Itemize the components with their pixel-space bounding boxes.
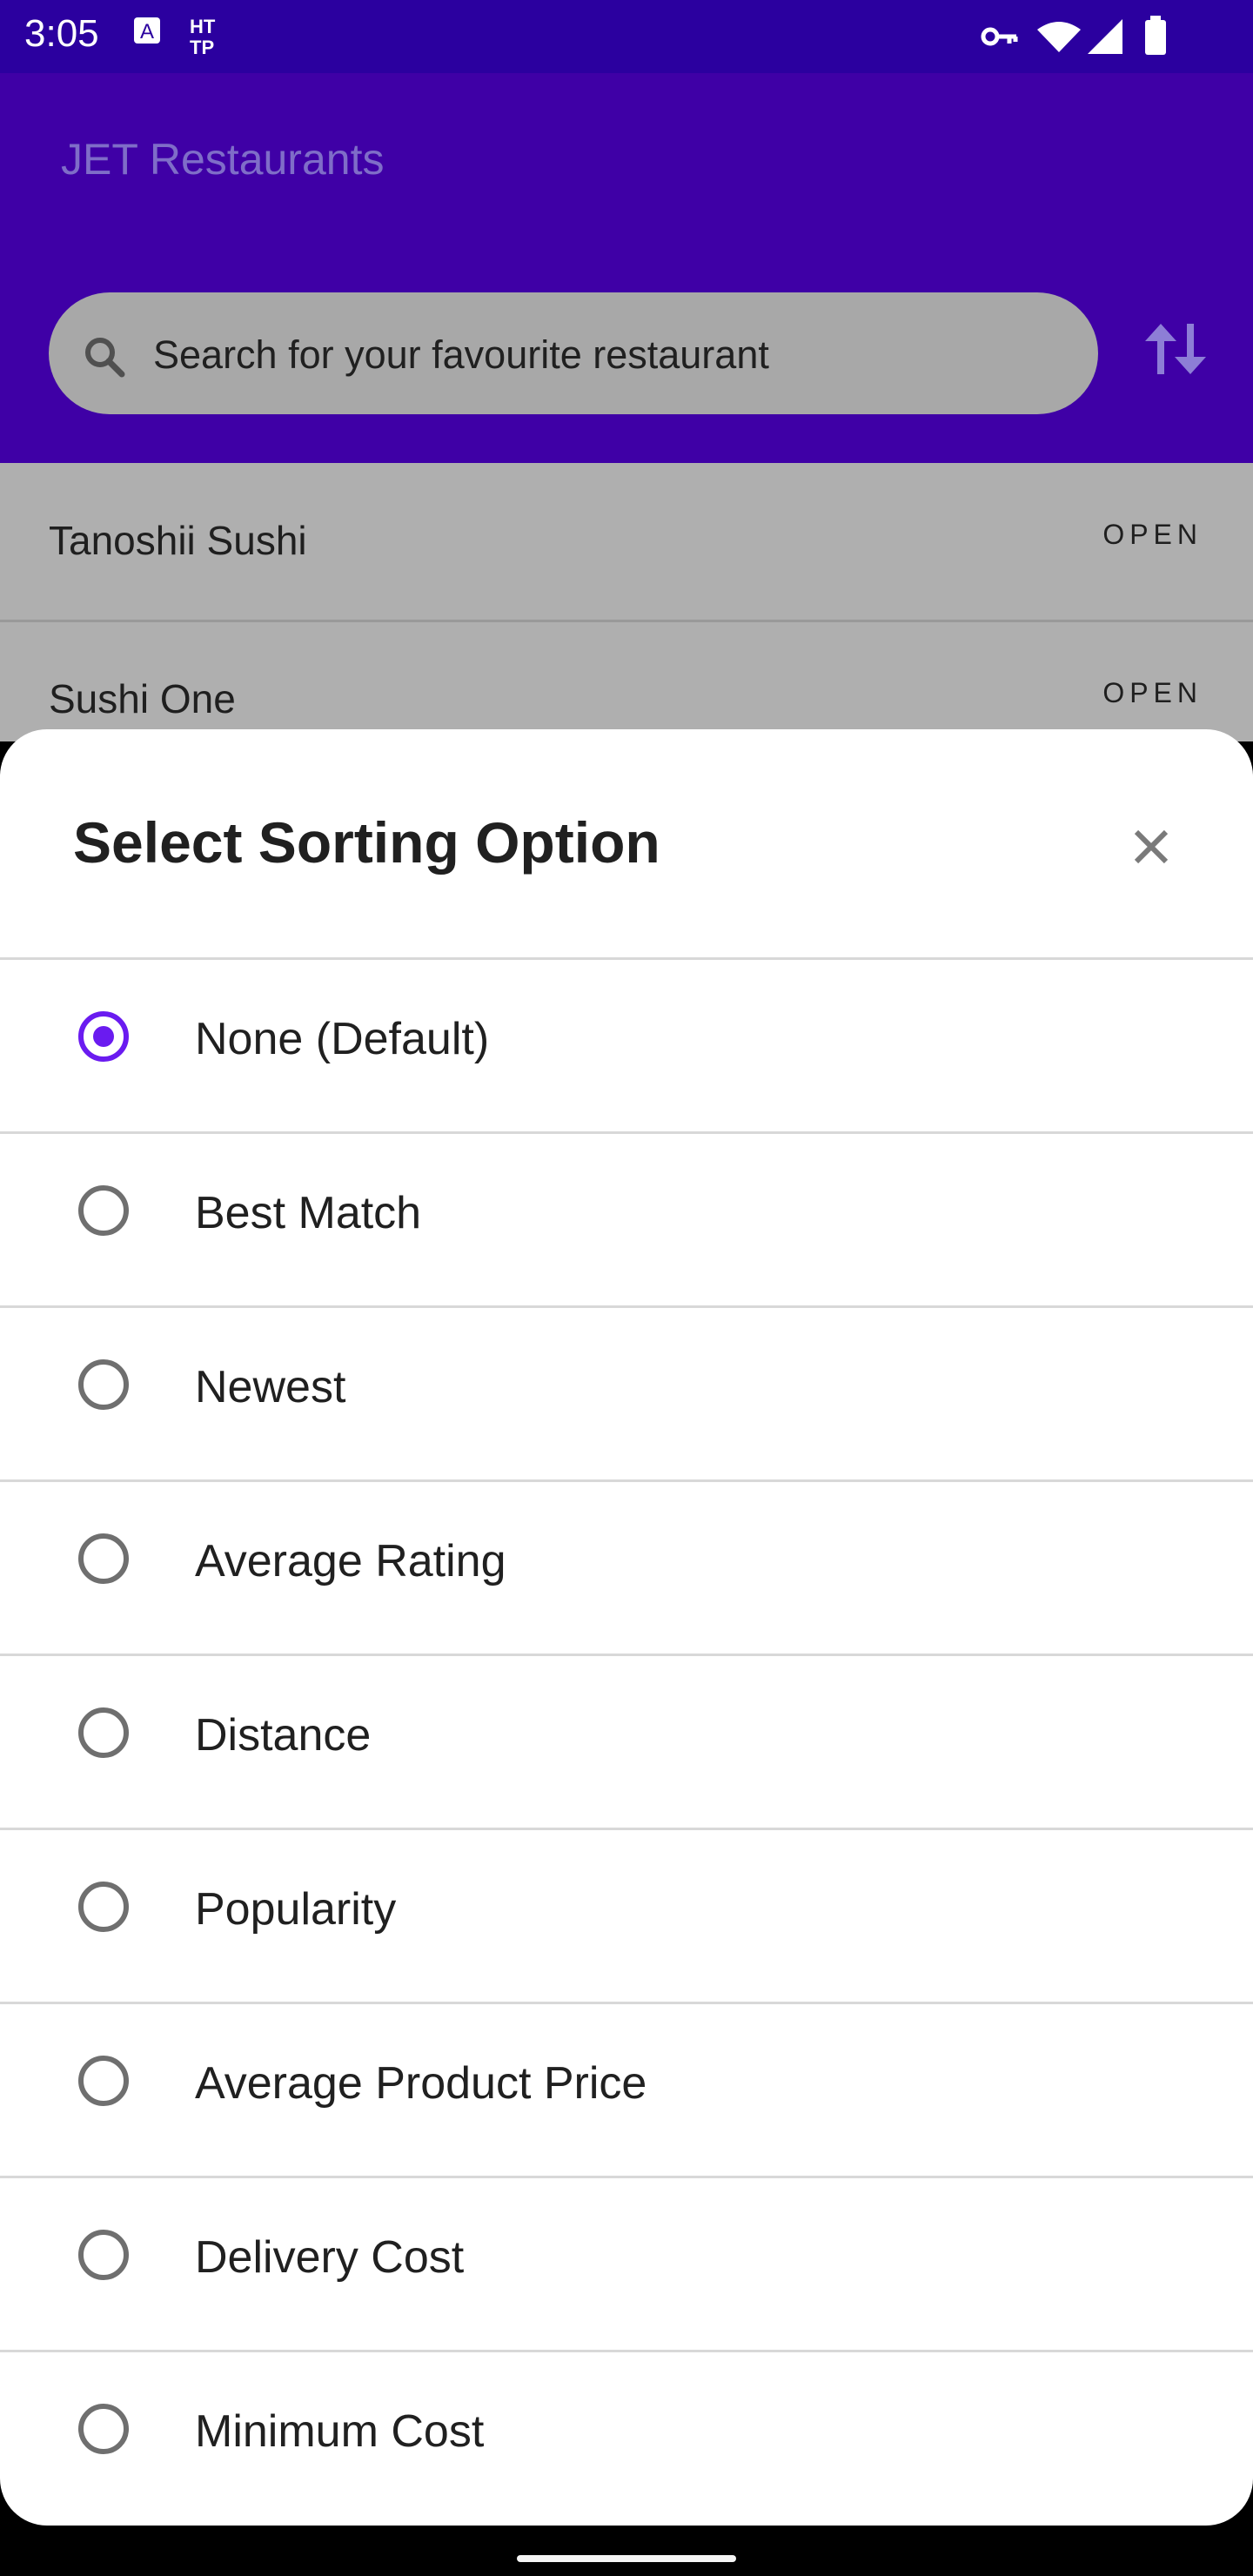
radio-button[interactable] xyxy=(78,1359,129,1410)
sort-option-delivery-cost[interactable]: Delivery Cost xyxy=(0,2176,1253,2348)
sheet-title: Select Sorting Option xyxy=(73,810,660,875)
sort-option-label: Delivery Cost xyxy=(195,2232,465,2283)
sorting-bottom-sheet: Select Sorting Option None (Default) Bes… xyxy=(0,729,1253,2526)
app-bar: JET Restaurants Search for your favourit… xyxy=(0,73,1253,463)
battery-icon xyxy=(1143,16,1168,60)
sort-option-label: Average Product Price xyxy=(195,2058,647,2109)
status-badge: OPEN xyxy=(1102,677,1203,708)
radio-button[interactable] xyxy=(78,1707,129,1758)
restaurant-name: Sushi One xyxy=(49,676,236,721)
radio-button[interactable] xyxy=(78,1185,129,1236)
sort-option-label: Best Match xyxy=(195,1188,422,1238)
home-gesture-handle[interactable] xyxy=(517,2555,736,2562)
svg-text:A: A xyxy=(140,20,154,44)
close-icon xyxy=(1121,816,1182,882)
sort-option-label: Popularity xyxy=(195,1884,397,1935)
search-input[interactable]: Search for your favourite restaurant xyxy=(49,292,1098,414)
http-icon: HT TP xyxy=(190,16,238,62)
radio-button[interactable] xyxy=(78,1882,129,1932)
close-button[interactable] xyxy=(1121,816,1182,877)
svg-text:HT: HT xyxy=(190,16,216,37)
wifi-icon xyxy=(1035,19,1082,58)
app-title: JET Restaurants xyxy=(61,135,385,184)
list-item[interactable]: Tanoshii Sushi OPEN xyxy=(0,463,1253,622)
sort-icon xyxy=(1140,320,1211,382)
radio-button[interactable] xyxy=(78,1011,129,1062)
svg-text:TP: TP xyxy=(190,37,214,57)
sort-option-minimum-cost[interactable]: Minimum Cost xyxy=(0,2350,1253,2522)
vpn-key-icon xyxy=(980,21,1020,57)
sort-option-average-product-price[interactable]: Average Product Price xyxy=(0,2002,1253,2174)
radio-button[interactable] xyxy=(78,2230,129,2280)
restaurant-list: Tanoshii Sushi OPEN Sushi One OPEN xyxy=(0,463,1253,741)
sort-option-label: None (Default) xyxy=(195,1014,490,1064)
notification-a-icon: A xyxy=(131,14,165,57)
signal-icon xyxy=(1084,17,1126,60)
sort-option-average-rating[interactable]: Average Rating xyxy=(0,1479,1253,1652)
navigation-bar xyxy=(0,2526,1253,2576)
restaurant-name: Tanoshii Sushi xyxy=(49,518,307,563)
sort-option-newest[interactable]: Newest xyxy=(0,1305,1253,1478)
sort-option-label: Distance xyxy=(195,1710,372,1761)
status-badge: OPEN xyxy=(1102,519,1203,550)
status-time: 3:05 xyxy=(24,12,99,55)
sort-option-label: Newest xyxy=(195,1362,346,1412)
sort-option-best-match[interactable]: Best Match xyxy=(0,1131,1253,1304)
sort-option-label: Average Rating xyxy=(195,1536,506,1587)
sort-option-distance[interactable]: Distance xyxy=(0,1654,1253,1826)
status-bar: 3:05 A HT TP xyxy=(0,0,1253,73)
search-placeholder: Search for your favourite restaurant xyxy=(153,332,769,377)
sort-option-label: Minimum Cost xyxy=(195,2406,485,2457)
radio-button[interactable] xyxy=(78,2404,129,2454)
search-icon xyxy=(80,332,129,386)
sort-option-popularity[interactable]: Popularity xyxy=(0,1828,1253,2000)
sort-button[interactable] xyxy=(1140,320,1211,382)
radio-button[interactable] xyxy=(78,2056,129,2106)
sort-option-none[interactable]: None (Default) xyxy=(0,957,1253,1130)
radio-button[interactable] xyxy=(78,1533,129,1584)
